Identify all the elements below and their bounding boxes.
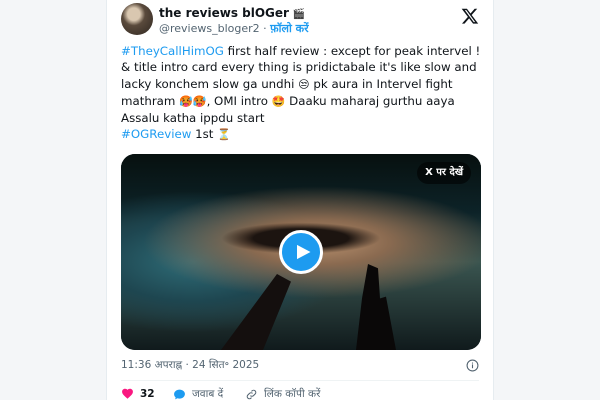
tweet-text-part3: , OMI intro: [206, 93, 272, 108]
emoji-star-struck: 🤩: [271, 94, 286, 108]
hashtag-ogreview[interactable]: #OGReview: [121, 127, 191, 141]
like-count: 32: [140, 387, 155, 400]
handle-row: @reviews_bloger2 · फ़ॉलो करें: [159, 22, 309, 36]
info-icon[interactable]: [466, 359, 479, 372]
copy-link-label: लिंक कॉपी करें: [264, 388, 321, 400]
emoji-unamused: 😒: [298, 77, 310, 91]
reply-button[interactable]: जवाब दें: [173, 387, 223, 400]
author[interactable]: the reviews blOGer 🎬: [159, 6, 305, 22]
author-name[interactable]: the reviews blOGer: [159, 6, 289, 20]
follow-button[interactable]: फ़ॉलो करें: [270, 22, 308, 35]
emoji-hourglass: ⏳: [217, 128, 231, 142]
timestamp[interactable]: 11:36 अपराह्न · 24 सित॰ 2025: [121, 359, 259, 371]
link-icon: [246, 389, 257, 399]
heart-icon: [122, 388, 133, 399]
emoji-hot-faces: 🥵🥵: [179, 94, 207, 108]
tweet-text-part5: 1st: [191, 127, 218, 142]
tweet-meta: 11:36 अपराह्न · 24 सित॰ 2025: [121, 358, 479, 374]
like-button[interactable]: 32: [121, 387, 155, 400]
video-player[interactable]: X पर देखें: [121, 154, 481, 350]
author-emoji: 🎬: [292, 9, 306, 20]
copy-link-button[interactable]: लिंक कॉपी करें: [245, 387, 320, 400]
handle[interactable]: @reviews_bloger2: [159, 22, 260, 35]
handle-separator: ·: [263, 22, 267, 35]
tweet-text: #TheyCallHimOG first half review : excep…: [121, 43, 483, 144]
hashtag-theycallhimog[interactable]: #TheyCallHimOG: [121, 44, 224, 58]
x-logo-icon[interactable]: [461, 7, 479, 25]
tweet-actions: 32 जवाब दें लिंक कॉपी करें: [121, 380, 479, 400]
reply-icon: [174, 389, 185, 399]
avatar[interactable]: [121, 3, 153, 35]
view-on-x-button[interactable]: X पर देखें: [417, 162, 471, 184]
tweet-header: the reviews blOGer 🎬 @reviews_bloger2 · …: [121, 3, 479, 37]
tweet-card: the reviews blOGer 🎬 @reviews_bloger2 · …: [106, 0, 494, 400]
play-icon[interactable]: [279, 230, 323, 274]
reply-label: जवाब दें: [192, 388, 224, 400]
